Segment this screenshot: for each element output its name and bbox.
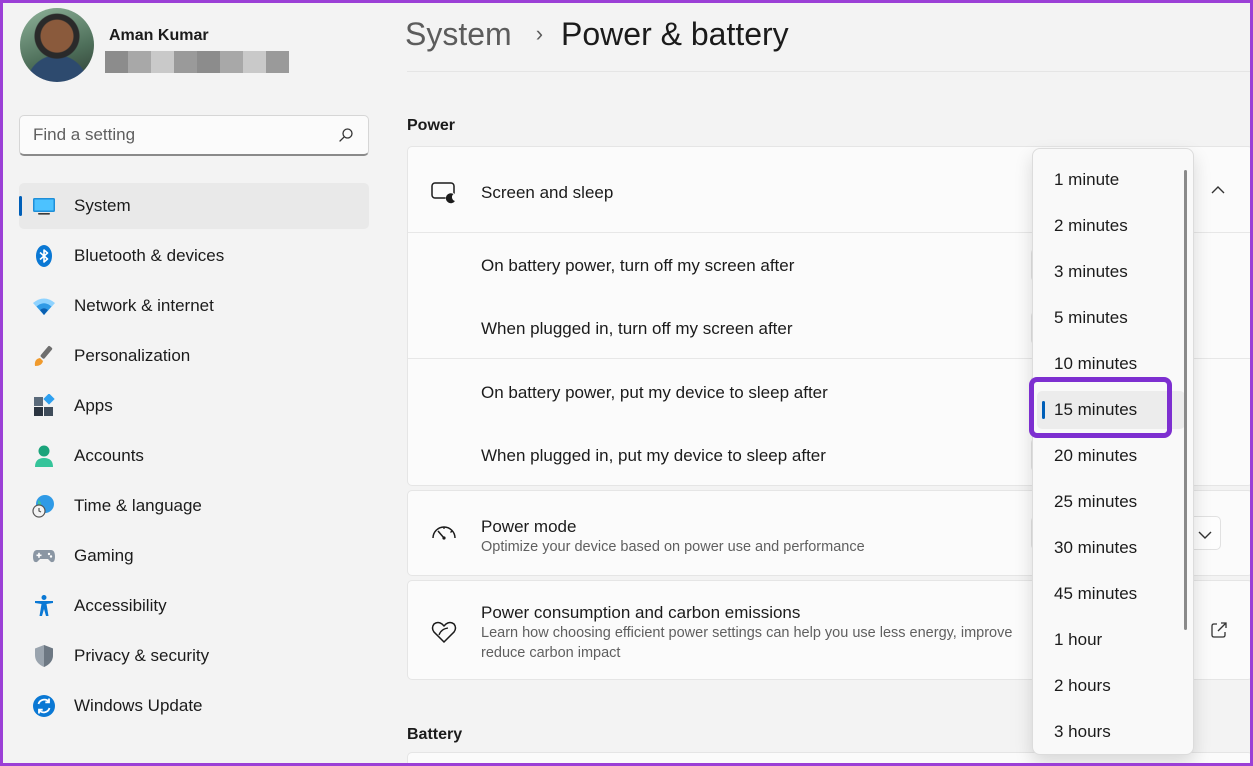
screen-sleep-title[interactable]: Screen and sleep (481, 183, 613, 203)
search-icon[interactable] (338, 127, 354, 143)
selection-highlight-box (1029, 377, 1172, 438)
sidebar-item-label: Windows Update (74, 696, 203, 715)
dropdown-option-1-minute[interactable]: 1 minute (1037, 161, 1185, 199)
globe-clock-icon (32, 495, 54, 518)
speedometer-icon (432, 526, 456, 540)
dropdown-option-5-minutes[interactable]: 5 minutes (1037, 299, 1185, 337)
header-divider (407, 71, 1253, 72)
update-icon (33, 695, 55, 717)
sidebar-item-windows-update[interactable]: Windows Update (19, 683, 369, 729)
sidebar-nav: System Bluetooth & devices Network & int… (19, 183, 369, 733)
dropdown-scrollbar[interactable] (1184, 170, 1187, 630)
sidebar: Aman Kumar System Bluetooth & devices (0, 0, 390, 766)
breadcrumb: System › Power & battery (405, 12, 789, 56)
accessibility-icon (35, 595, 53, 616)
page-title: Power & battery (561, 15, 789, 52)
sidebar-item-bluetooth[interactable]: Bluetooth & devices (19, 233, 369, 279)
apps-icon (34, 394, 55, 416)
external-link-icon[interactable] (1210, 621, 1228, 639)
sidebar-item-privacy-security[interactable]: Privacy & security (19, 633, 369, 679)
dropdown-option-1-hour[interactable]: 1 hour (1037, 621, 1185, 659)
power-consumption-subtitle-1: Learn how choosing efficient power setti… (481, 625, 1013, 641)
plugged-sleep-label: When plugged in, put my device to sleep … (481, 446, 826, 465)
user-name: Aman Kumar (109, 27, 209, 44)
battery-screen-off-label: On battery power, turn off my screen aft… (481, 256, 795, 275)
wifi-icon (33, 298, 55, 315)
search-box[interactable] (19, 115, 369, 156)
sidebar-item-time-language[interactable]: Time & language (19, 483, 369, 529)
timeout-dropdown-list: 1 minute 2 minutes 3 minutes 5 minutes 1… (1032, 148, 1194, 755)
sidebar-item-label: Accounts (74, 446, 144, 465)
breadcrumb-parent[interactable]: System (405, 16, 512, 53)
shield-icon (35, 645, 53, 667)
dropdown-option-3-minutes[interactable]: 3 minutes (1037, 253, 1185, 291)
person-icon (35, 445, 53, 467)
chevron-up-icon[interactable] (1210, 182, 1226, 198)
chevron-down-icon[interactable] (1197, 527, 1213, 543)
monitor-icon (33, 198, 55, 215)
user-email-redacted (105, 51, 289, 73)
sidebar-item-label: Bluetooth & devices (74, 246, 225, 265)
breadcrumb-separator: › (535, 21, 544, 46)
sidebar-item-personalization[interactable]: Personalization (19, 333, 369, 379)
gamepad-icon (33, 550, 55, 563)
sidebar-item-accounts[interactable]: Accounts (19, 433, 369, 479)
dropdown-option-20-minutes[interactable]: 20 minutes (1037, 437, 1185, 475)
leaf-heart-icon (431, 621, 457, 644)
power-mode-subtitle: Optimize your device based on power use … (481, 539, 865, 555)
dropdown-option-2-minutes[interactable]: 2 minutes (1037, 207, 1185, 245)
sidebar-item-gaming[interactable]: Gaming (19, 533, 369, 579)
sidebar-item-apps[interactable]: Apps (19, 383, 369, 429)
sidebar-item-label: Privacy & security (74, 646, 210, 665)
dropdown-option-45-minutes[interactable]: 45 minutes (1037, 575, 1185, 613)
dropdown-option-2-hours[interactable]: 2 hours (1037, 667, 1185, 705)
brush-icon (34, 345, 53, 366)
search-input[interactable] (20, 116, 330, 154)
sidebar-item-accessibility[interactable]: Accessibility (19, 583, 369, 629)
sidebar-item-label: Accessibility (74, 596, 167, 615)
sidebar-item-label: System (74, 196, 131, 215)
sidebar-item-label: Time & language (74, 496, 202, 515)
dropdown-option-3-hours[interactable]: 3 hours (1037, 713, 1185, 751)
section-title-power: Power (407, 117, 456, 134)
dropdown-option-30-minutes[interactable]: 30 minutes (1037, 529, 1185, 567)
sidebar-item-label: Personalization (74, 346, 191, 365)
dropdown-option-25-minutes[interactable]: 25 minutes (1037, 483, 1185, 521)
power-consumption-title: Power consumption and carbon emissions (481, 603, 801, 622)
sidebar-item-network[interactable]: Network & internet (19, 283, 369, 329)
power-consumption-subtitle-2: reduce carbon impact (481, 645, 621, 661)
power-mode-title: Power mode (481, 517, 577, 536)
sidebar-item-label: Network & internet (74, 296, 214, 315)
avatar[interactable] (20, 8, 94, 82)
sidebar-item-system[interactable]: System (19, 183, 369, 229)
screen-sleep-icon (431, 182, 457, 204)
bluetooth-icon (36, 245, 52, 267)
section-title-battery: Battery (407, 726, 463, 743)
sidebar-item-label: Gaming (74, 546, 134, 565)
battery-sleep-label: On battery power, put my device to sleep… (481, 383, 828, 402)
plugged-screen-off-label: When plugged in, turn off my screen afte… (481, 319, 793, 338)
sidebar-item-label: Apps (74, 396, 113, 415)
